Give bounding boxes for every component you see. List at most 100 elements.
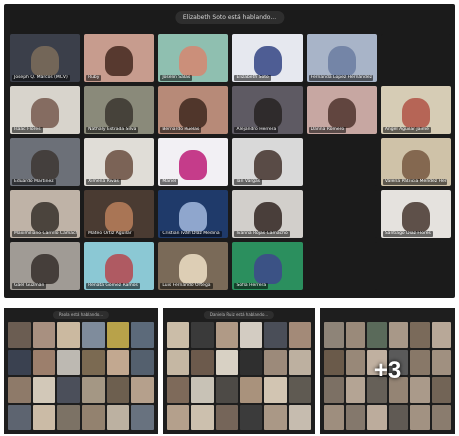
participant-tile[interactable]: Alejandro Herrera — [232, 86, 303, 134]
participant-video — [327, 98, 356, 129]
participant-name: Fernanda Lopez Hernández — [308, 75, 374, 81]
mini-participant-tile — [388, 322, 408, 348]
participant-name: Bernardo Ruelas — [160, 127, 202, 133]
mini-participant-tile — [240, 349, 263, 375]
mini-participant-tile — [106, 404, 130, 430]
participant-tile[interactable]: Ian Vargas — [232, 138, 303, 186]
participant-tile[interactable]: Maximiliano Carrillo Camacho — [10, 190, 81, 238]
participant-grid: Joseph Q. Marcos (MCV) Ruby Joselin Salas E… — [10, 34, 451, 290]
participant-tile[interactable]: Valeria Patricia Méndez Hernández — [380, 138, 451, 186]
mini-participant-tile — [264, 322, 287, 348]
mini-participant-tile — [106, 349, 130, 375]
mini-participant-tile — [345, 377, 365, 403]
participant-name: Ruby — [86, 75, 102, 81]
participant-tile[interactable]: Bernardo Ruelas — [158, 86, 229, 134]
mini-participant-tile — [431, 322, 451, 348]
participant-video — [401, 202, 430, 233]
mini-participant-tile — [8, 322, 31, 348]
participant-video — [179, 254, 208, 285]
participant-tile[interactable]: Renata Gómez Ramos — [84, 242, 155, 290]
mini-participant-tile — [131, 349, 154, 375]
mini-participant-tile — [191, 349, 214, 375]
empty-slot — [306, 138, 377, 186]
participant-name: Elizabeth Soto — [234, 75, 271, 81]
mini-participant-tile — [288, 322, 311, 348]
participant-tile[interactable]: Danna Romero — [306, 86, 377, 134]
participant-video — [401, 150, 430, 181]
mini-participant-tile — [167, 322, 190, 348]
mini-participant-tile — [191, 377, 214, 403]
mini-participant-tile — [131, 404, 154, 430]
mini-participant-tile — [367, 404, 387, 430]
mini-participant-tile — [32, 322, 56, 348]
mini-participant-tile — [288, 377, 311, 403]
mini-participant-tile — [215, 377, 238, 403]
mini-participant-tile — [106, 322, 130, 348]
participant-tile[interactable]: Ivanna Rojas Camacho — [232, 190, 303, 238]
participant-video — [327, 46, 356, 77]
participant-tile[interactable]: Ángel Aguilar Jaime — [380, 86, 451, 134]
participant-tile[interactable]: Cristian Iván Díaz Medina — [158, 190, 229, 238]
participant-video — [31, 202, 60, 233]
gallery-thumbnail-2: Daniela Ruiz está hablando... — [163, 308, 315, 434]
mini-participant-tile — [106, 377, 130, 403]
mini-participant-tile — [32, 349, 56, 375]
participant-tile[interactable]: Mateo Ortiz Aguilar — [84, 190, 155, 238]
participant-name: Nathaly Estrada Silva — [86, 127, 139, 133]
mini-participant-tile — [240, 377, 263, 403]
participant-tile[interactable]: Isaac Flores — [10, 86, 81, 134]
participant-tile[interactable]: Sofía Herrera — [232, 242, 303, 290]
gallery-thumbnail-3[interactable]: +3 — [320, 308, 455, 434]
participant-tile[interactable]: Ximena Rivas — [84, 138, 155, 186]
mini-participant-tile — [240, 322, 263, 348]
participant-video — [31, 46, 60, 77]
mini-participant-tile — [264, 349, 287, 375]
participant-video — [105, 46, 134, 77]
mini-participant-tile — [32, 404, 56, 430]
participant-tile[interactable]: Luis Fernando Ortega — [158, 242, 229, 290]
participant-tile[interactable]: Joseph Q. Marcos (MCV) — [10, 34, 81, 82]
mini-participant-tile — [215, 349, 238, 375]
mini-participant-tile — [167, 349, 190, 375]
mini-participant-tile — [264, 377, 287, 403]
participant-name: Alejandro Herrera — [234, 127, 279, 133]
mini-participant-tile — [324, 322, 344, 348]
mini-participant-tile — [8, 377, 31, 403]
participant-video — [253, 202, 282, 233]
participant-tile[interactable]: Santiago Díaz Flores — [380, 190, 451, 238]
mini-participant-tile — [215, 404, 238, 430]
participant-name: Eduardo Martínez — [12, 179, 56, 185]
thumbnail-grid — [8, 322, 154, 430]
gallery-thumbnail-1: Paola está hablando... — [4, 308, 158, 434]
participant-tile[interactable]: Gael Guzmán — [10, 242, 81, 290]
participant-video — [253, 98, 282, 129]
participant-tile[interactable]: Elizabeth Soto — [232, 34, 303, 82]
participant-tile[interactable]: Nathaly Estrada Silva — [84, 86, 155, 134]
participant-video — [179, 98, 208, 129]
participant-tile[interactable]: Fernanda Lopez Hernández — [306, 34, 377, 82]
mini-participant-tile — [431, 404, 451, 430]
mini-participant-tile — [240, 404, 263, 430]
mini-participant-tile — [410, 377, 430, 403]
participant-tile[interactable]: Mariel — [158, 138, 229, 186]
thumbnail-speaker-indicator: Paola está hablando... — [52, 311, 110, 319]
mini-participant-tile — [57, 404, 80, 430]
mini-participant-tile — [367, 322, 387, 348]
participant-tile[interactable]: Joselin Salas — [158, 34, 229, 82]
mini-participant-tile — [215, 322, 238, 348]
mini-participant-tile — [81, 349, 105, 375]
mini-participant-tile — [345, 322, 365, 348]
mini-participant-tile — [191, 322, 214, 348]
participant-name: Cristian Iván Díaz Medina — [160, 231, 222, 237]
thumbnail-grid — [167, 322, 311, 430]
participant-video — [105, 254, 134, 285]
participant-name: Ian Vargas — [234, 179, 263, 185]
participant-tile[interactable]: Ruby — [84, 34, 155, 82]
participant-tile[interactable]: Eduardo Martínez — [10, 138, 81, 186]
mini-participant-tile — [431, 377, 451, 403]
participant-name: Sofía Herrera — [234, 283, 269, 289]
participant-name: Gael Guzmán — [12, 283, 47, 289]
mini-participant-tile — [288, 349, 311, 375]
participant-name: Valeria Patricia Méndez Hernández — [382, 179, 448, 185]
participant-video — [31, 98, 60, 129]
